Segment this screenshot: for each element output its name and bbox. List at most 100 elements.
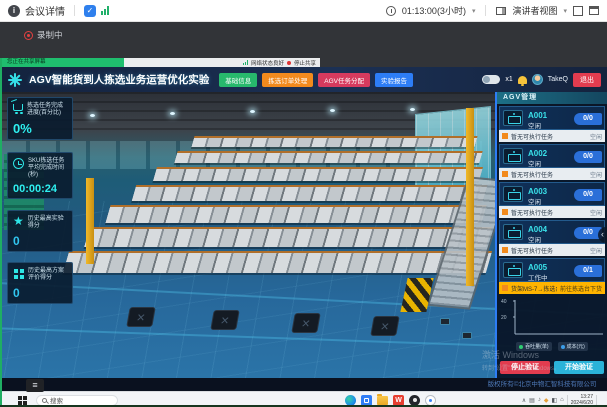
meeting-topbar: i 会议详情 ✓ 01:13:00(3小时) ▾ 演讲者视图 ▾ (0, 0, 607, 22)
chevron-down-icon[interactable]: ▾ (472, 7, 476, 15)
app-footer: 版权所有©北京中物汇智科技有限公司 (0, 378, 607, 391)
speed-toggle[interactable] (482, 75, 500, 84)
agv-item-a001[interactable]: A001 空闲 0/0 暂无可执行任务 空闲 (499, 106, 605, 142)
legend-label: 吞吐量(单) (525, 343, 548, 350)
logout-button[interactable]: 退出 (573, 73, 601, 87)
task-state: 空闲 (590, 246, 602, 255)
lamp (250, 110, 255, 113)
taskbar-apps: W (345, 395, 436, 406)
pallet-racks (66, 136, 489, 298)
chevron-down-icon[interactable]: ▾ (563, 7, 567, 15)
ring-app-icon[interactable] (425, 395, 436, 406)
network-signal-icon[interactable] (101, 6, 109, 15)
agv-task-badge: 0/1 (574, 265, 602, 277)
agv-item-a005[interactable]: A005 工作中 0/1 货架MS-7→拣选台A01 前往拣选台下货 (499, 258, 605, 294)
agv-task-row: 暂无可执行任务 空闲 (499, 130, 605, 142)
nav-basic-info-button[interactable]: 基础信息 (219, 73, 257, 87)
nav-agv-task-button[interactable]: AGV任务分配 (318, 73, 370, 87)
search-label: 搜索 (50, 395, 63, 405)
legend-dot-green (519, 345, 523, 349)
wps-icon[interactable]: W (393, 395, 404, 406)
agv-task-badge: 0/0 (574, 189, 602, 201)
stop-validation-button[interactable]: 停止验证 (500, 361, 550, 374)
agv-item-a004[interactable]: A004 空闲 0/0 暂无可执行任务 空闲 (499, 220, 605, 256)
nav-report-button[interactable]: 实验报告 (375, 73, 413, 87)
screen: i 会议详情 ✓ 01:13:00(3小时) ▾ 演讲者视图 ▾ 录制中 您正在… (0, 0, 607, 407)
blocks-icon (14, 269, 18, 273)
rack-row (84, 227, 492, 247)
network-status-label: 网络状态良好 (251, 59, 284, 67)
header-nav: 基础信息 拣选订单处理 AGV任务分配 实验报告 (219, 73, 413, 87)
task-text: 暂无可执行任务 (511, 246, 587, 255)
lamp (90, 114, 95, 117)
window-restore-icon[interactable] (589, 6, 599, 15)
lamp (410, 108, 415, 111)
stop-share-button[interactable]: 停止共享 (294, 59, 316, 67)
kpi-value: 00:00:24 (13, 183, 67, 195)
dark-app-icon[interactable] (409, 395, 420, 406)
nav-order-processing-button[interactable]: 拣选订单处理 (262, 73, 313, 87)
recording-indicator[interactable]: 录制中 (24, 29, 63, 41)
browser-icon[interactable] (345, 395, 356, 406)
agv-management-panel: AGV管理 A001 空闲 0/0 暂无可执行任务 空闲 (495, 92, 607, 378)
agv-id: A002 (528, 149, 547, 158)
y-tick: 20 (501, 315, 507, 321)
kpi-card-best-plan-score: 历史最高方案评价得分 0 (7, 262, 73, 304)
fullscreen-icon[interactable] (573, 6, 583, 16)
share-toolbar-right: 网络状态良好 停止共享 (124, 58, 320, 67)
agv-task-badge: 0/0 (574, 151, 602, 163)
rack-row (63, 251, 492, 273)
kpi-label: 拣选任务完成进度(百分比) (27, 103, 67, 117)
copyright-text: 版权所有©北京中物汇智科技有限公司 (481, 378, 603, 391)
screen-share-toolbar: 您正在共享屏幕 网络状态良好 停止共享 (0, 58, 320, 67)
panel-collapse-handle[interactable]: ‹ (598, 227, 607, 243)
task-icon (502, 247, 508, 253)
meeting-title: 会议详情 (25, 3, 65, 18)
taskbar-search[interactable]: 搜索 (36, 395, 118, 406)
tray-icon[interactable]: ⌂ (560, 397, 564, 403)
tray-icon[interactable]: ♪ (538, 397, 541, 403)
divider (74, 5, 75, 16)
agv-status: 空闲 (528, 237, 547, 245)
shared-app-window: AGV智能货到人拣选业务运营优化实验 基础信息 拣选订单处理 AGV任务分配 实… (0, 67, 607, 391)
view-layout-icon (496, 7, 506, 15)
task-state: 空闲 (590, 170, 602, 179)
annotation-menu-button[interactable]: ≡ (26, 379, 44, 392)
meeting-timer[interactable]: 01:13:00(3小时) (402, 4, 466, 17)
start-validation-button[interactable]: 开始验证 (554, 361, 604, 374)
speed-label: x1 (505, 76, 512, 83)
rack-row (106, 205, 488, 223)
divider (567, 395, 568, 405)
agv-item-a003[interactable]: A003 空闲 0/0 暂无可执行任务 空闲 (499, 182, 605, 218)
chart-legend: 吞吐量(单) 成本(元) (501, 342, 603, 351)
bell-icon[interactable] (518, 76, 527, 84)
agv-task-row: 货架MS-7→拣选台A01 前往拣选台下货 (499, 282, 605, 294)
cart-icon (13, 104, 23, 111)
rack-row (131, 185, 487, 201)
kpi-label: 历史最高方案评价得分 (28, 268, 67, 282)
sharing-status: 您正在共享屏幕 (0, 58, 124, 67)
share-border-left (0, 58, 2, 407)
robot-icon (503, 262, 523, 278)
view-mode-selector[interactable]: 演讲者视图 (512, 4, 557, 17)
legend-dot-blue (561, 345, 565, 349)
task-text: 货架MS-7→拣选台A01 (511, 284, 557, 293)
avatar[interactable] (532, 74, 543, 85)
blue-app-icon[interactable] (361, 395, 372, 406)
info-icon: i (8, 5, 20, 17)
tray-icon[interactable]: ◆ (544, 397, 549, 404)
file-explorer-icon[interactable] (377, 396, 388, 405)
search-icon (42, 398, 47, 403)
robot-icon (503, 110, 523, 126)
floor-fan: × (126, 307, 156, 327)
tray-expand-icon[interactable]: ∧ (522, 397, 526, 404)
agv-id: A004 (528, 225, 547, 234)
tray-icon[interactable]: ▤ (529, 397, 535, 404)
stop-share-icon[interactable] (287, 61, 291, 65)
tray-icon[interactable]: ◧ (551, 397, 557, 404)
agv-panel-title: AGV管理 (497, 92, 607, 104)
start-button[interactable] (18, 396, 27, 405)
agv-item-a002[interactable]: A002 空闲 0/0 暂无可执行任务 空闲 (499, 144, 605, 180)
agv-task-row: 暂无可执行任务 空闲 (499, 168, 605, 180)
agv-task-row: 暂无可执行任务 空闲 (499, 206, 605, 218)
